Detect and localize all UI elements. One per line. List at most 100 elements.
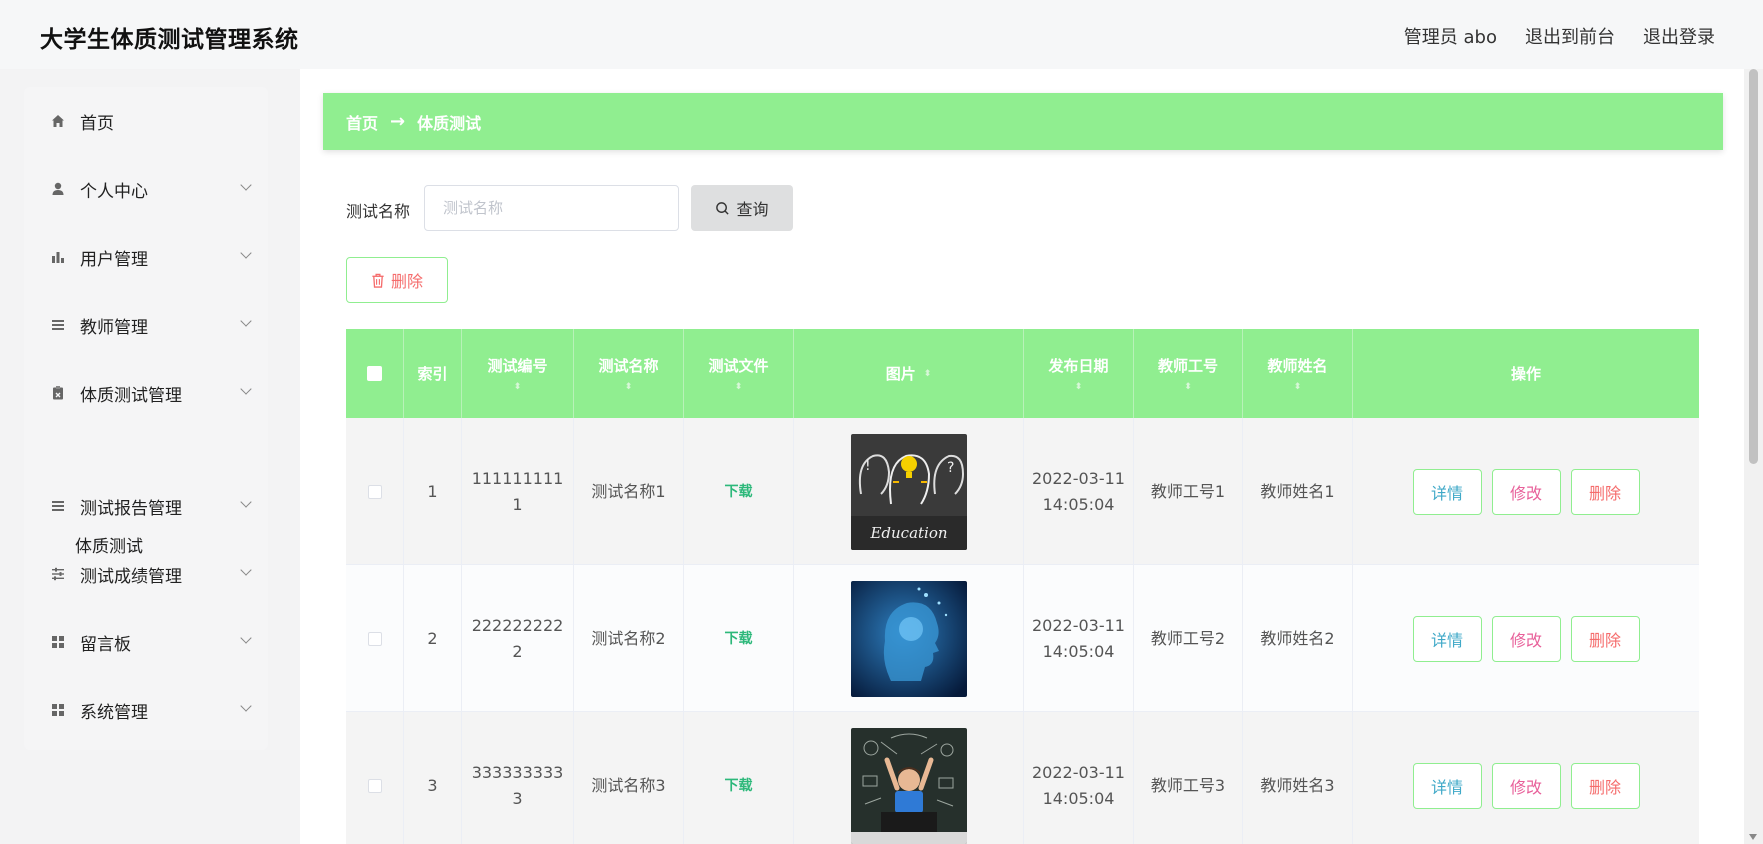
ops-cell: 详情 修改 删除	[1353, 565, 1699, 712]
svg-text:?: ?	[947, 460, 954, 476]
header-ops: 操作	[1510, 365, 1541, 383]
chevron-down-icon	[240, 315, 252, 327]
row-select-cell	[346, 418, 404, 565]
chevron-down-icon	[240, 564, 252, 576]
sort-icon: ⬍	[923, 368, 932, 379]
svg-text:Education: Education	[869, 524, 947, 542]
sort-icon: ⬍	[1074, 382, 1083, 392]
scroll-down-arrow-icon[interactable]	[1749, 834, 1757, 840]
vertical-scrollbar[interactable]	[1744, 69, 1763, 844]
teacher-name-cell: 教师姓名2	[1243, 565, 1353, 712]
teacher-id-cell: 教师工号2	[1134, 565, 1243, 712]
grid-icon	[50, 702, 66, 718]
image-cell: ! ? Education	[794, 418, 1024, 565]
download-link[interactable]: 下载	[725, 773, 753, 799]
chalkboard-kid-photo[interactable]	[850, 727, 967, 844]
sidebar-item-system[interactable]: 系统管理	[24, 690, 268, 730]
home-icon	[50, 113, 66, 129]
breadcrumb-home[interactable]: 首页	[346, 110, 378, 134]
row-checkbox[interactable]	[367, 778, 382, 793]
sidebar-item-users[interactable]: 用户管理	[24, 237, 268, 277]
search-label: 测试名称	[346, 202, 411, 221]
delete-button[interactable]: 删除	[1570, 762, 1640, 809]
search-button[interactable]: 查询	[691, 185, 793, 231]
image-cell	[794, 565, 1024, 712]
breadcrumb: 首页 → 体质测试	[323, 93, 1723, 150]
svg-text:!: !	[865, 458, 871, 474]
table-row: 3 333333333 3 测试名称3 下载 2022-03-11 14:05:…	[346, 712, 1699, 844]
teacher-name-cell: 教师姓名3	[1243, 712, 1353, 844]
row-select-cell	[346, 712, 404, 844]
sidebar-item-label: 用户管理	[80, 249, 148, 270]
delete-button[interactable]: 删除	[1570, 468, 1640, 515]
row-select-cell	[346, 565, 404, 712]
sidebar-item-test-scores[interactable]: 测试成绩管理	[24, 554, 268, 594]
search-input[interactable]	[424, 185, 679, 231]
grid-icon	[50, 634, 66, 650]
sidebar-item-teachers[interactable]: 教师管理	[24, 305, 268, 345]
chevron-down-icon	[240, 496, 252, 508]
education-photo[interactable]: ! ? Education	[850, 433, 967, 550]
index-cell: 3	[404, 712, 462, 844]
sidebar-item-label: 系统管理	[80, 702, 148, 723]
arrow-right-icon: →	[390, 111, 406, 132]
sidebar-item-message-board[interactable]: 留言板	[24, 622, 268, 662]
trash-icon	[372, 273, 384, 288]
sidebar-item-label: 体质测试管理	[80, 385, 182, 406]
sidebar-item-home[interactable]: 首页	[24, 101, 268, 141]
header-file[interactable]: 测试文件 ⬍	[684, 329, 794, 418]
sidebar-item-profile[interactable]: 个人中心	[24, 169, 268, 209]
sidebar-item-label: 教师管理	[80, 317, 148, 338]
row-checkbox[interactable]	[367, 484, 382, 499]
sidebar-item-label: 测试报告管理	[80, 498, 182, 519]
top-bar: 大学生体质测试管理系统 管理员 abo 退出到前台 退出登录	[0, 0, 1763, 69]
image-cell	[794, 712, 1024, 844]
code-cell: 333333333 3	[462, 712, 574, 844]
edit-button[interactable]: 修改	[1491, 762, 1561, 809]
clipboard-icon	[50, 385, 66, 401]
admin-user-label: 管理员 abo	[1403, 27, 1497, 48]
batch-delete-button[interactable]: 删除	[346, 257, 448, 303]
sort-icon: ⬍	[624, 382, 633, 392]
main-content: 首页 → 体质测试 测试名称 查询 删除 索引 测试编号 ⬍ 测试名称 ⬍	[300, 69, 1744, 844]
logout-link[interactable]: 退出登录	[1643, 23, 1715, 49]
ops-cell: 详情 修改 删除	[1353, 712, 1699, 844]
table-header: 索引 测试编号 ⬍ 测试名称 ⬍ 测试文件 ⬍ 图片 ⬍ 发布日期 ⬍ 教师工号…	[346, 329, 1699, 418]
row-checkbox[interactable]	[367, 631, 382, 646]
download-link[interactable]: 下载	[725, 626, 753, 652]
search-button-label: 查询	[736, 200, 769, 219]
sort-icon: ⬍	[1184, 382, 1192, 392]
chevron-down-icon	[240, 632, 252, 644]
delete-button[interactable]: 删除	[1570, 615, 1640, 662]
sidebar-item-test-reports[interactable]: 测试报告管理	[24, 486, 268, 526]
download-link[interactable]: 下载	[725, 479, 753, 505]
sidebar-item-label: 首页	[80, 113, 114, 134]
edit-button[interactable]: 修改	[1491, 615, 1561, 662]
header-image[interactable]: 图片 ⬍	[794, 329, 1024, 418]
header-date[interactable]: 发布日期 ⬍	[1024, 329, 1134, 418]
file-cell: 下载	[684, 418, 794, 565]
back-to-front-link[interactable]: 退出到前台	[1525, 23, 1615, 49]
header-name[interactable]: 测试名称 ⬍	[574, 329, 684, 418]
scrollbar-thumb[interactable]	[1749, 69, 1758, 464]
select-all-checkbox[interactable]	[367, 366, 382, 381]
detail-button[interactable]: 详情	[1412, 615, 1482, 662]
detail-button[interactable]: 详情	[1412, 468, 1482, 515]
select-all-cell	[346, 329, 404, 418]
bar-chart-icon	[50, 249, 66, 265]
chevron-down-icon	[240, 700, 252, 712]
digital-head-photo[interactable]	[850, 580, 967, 697]
header-teacher-id[interactable]: 教师工号 ⬍	[1134, 329, 1243, 418]
file-cell: 下载	[684, 565, 794, 712]
header-teacher-name[interactable]: 教师姓名 ⬍	[1243, 329, 1353, 418]
table-row: 2 222222222 2 测试名称2 下载 2022-03-11 14:05:…	[346, 565, 1699, 712]
header-code[interactable]: 测试编号 ⬍	[462, 329, 574, 418]
edit-button[interactable]: 修改	[1491, 468, 1561, 515]
batch-delete-label: 删除	[390, 272, 423, 291]
detail-button[interactable]: 详情	[1412, 762, 1482, 809]
date-cell: 2022-03-11 14:05:04	[1024, 712, 1134, 844]
teacher-id-cell: 教师工号3	[1134, 712, 1243, 844]
sidebar-item-fitness-tests[interactable]: 体质测试管理	[24, 373, 268, 413]
ops-cell: 详情 修改 删除	[1353, 418, 1699, 565]
chevron-down-icon	[240, 179, 252, 191]
